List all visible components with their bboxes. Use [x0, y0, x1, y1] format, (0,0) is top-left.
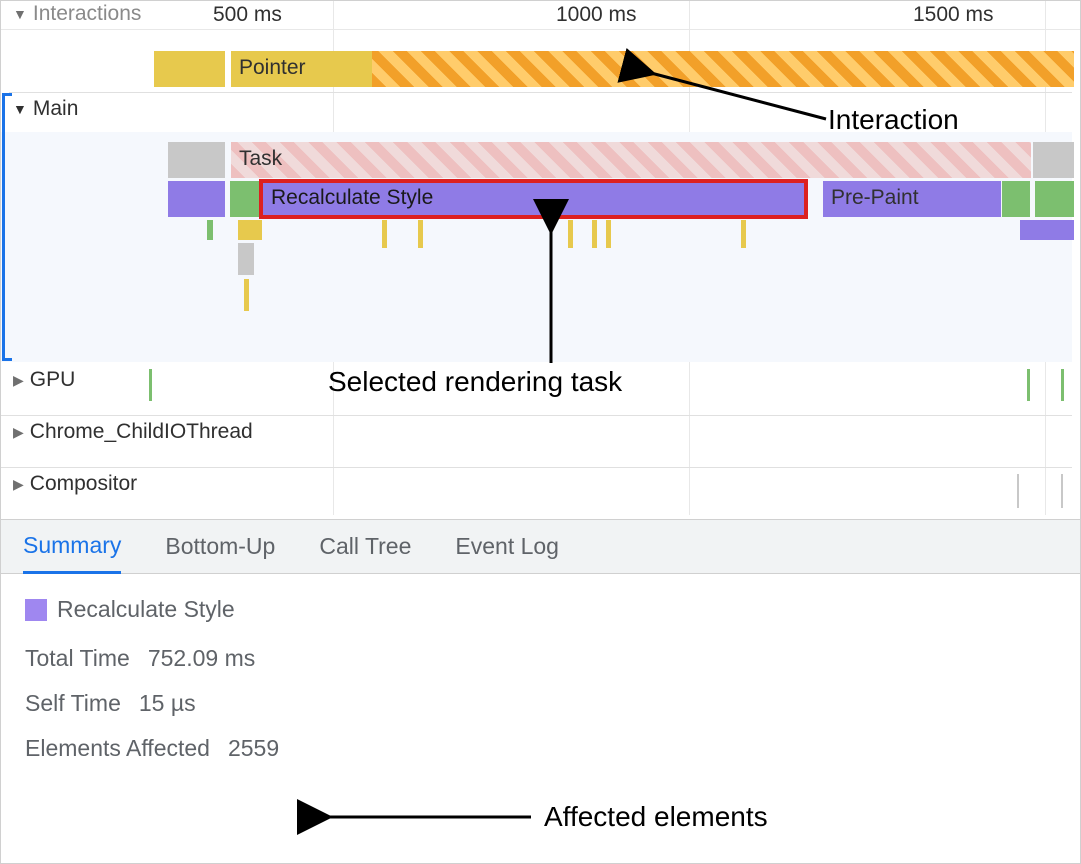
track-label-compositor: Compositor [30, 472, 137, 496]
main-bracket [2, 93, 12, 361]
interaction-block[interactable] [154, 51, 225, 87]
task-block-small[interactable] [168, 142, 225, 178]
color-swatch [25, 599, 47, 621]
track-header-compositor[interactable]: ▶ Compositor [13, 472, 137, 496]
task-label: Task [239, 147, 282, 171]
tab-summary[interactable]: Summary [23, 520, 121, 574]
track-header-childio[interactable]: ▶ Chrome_ChildIOThread [13, 420, 253, 444]
interactions-lane[interactable]: Pointer [1, 51, 1072, 87]
compositor-lane[interactable] [1, 467, 1072, 511]
tick [244, 279, 249, 311]
main-lane[interactable]: Task Recalculate Style Pre-Paint [1, 132, 1072, 362]
chevron-right-icon: ▶ [13, 424, 24, 441]
chevron-right-icon: ▶ [13, 372, 24, 389]
task-block[interactable]: Task [231, 142, 1031, 178]
task-block-tail[interactable] [1033, 142, 1074, 178]
detail-tabs: Summary Bottom-Up Call Tree Event Log [1, 519, 1080, 574]
elements-affected-value: 2559 [228, 735, 279, 762]
gpu-tick [1027, 369, 1030, 401]
track-label-main: Main [33, 97, 79, 121]
tab-call-tree[interactable]: Call Tree [319, 521, 411, 572]
track-label-gpu: GPU [30, 368, 76, 392]
chevron-down-icon: ▼ [13, 101, 27, 117]
tiny-yellow[interactable] [238, 220, 262, 240]
interaction-pointer-label: Pointer [239, 56, 306, 80]
tiny-block[interactable] [207, 220, 213, 240]
selection-highlight [259, 179, 808, 219]
tick [568, 220, 573, 248]
style-block-small[interactable] [168, 181, 225, 217]
comp-tick [1017, 474, 1019, 508]
arrow-icon [541, 223, 561, 368]
comp-tick [1061, 474, 1063, 508]
total-time-label: Total Time [25, 645, 130, 672]
gpu-tick [149, 369, 152, 401]
time-ruler: 500 ms 1000 ms 1500 ms [1, 1, 1080, 30]
arrow-icon [631, 69, 831, 129]
annotation-selected: Selected rendering task [328, 366, 622, 398]
tick [382, 220, 387, 248]
track-header-gpu[interactable]: ▶ GPU [13, 368, 75, 392]
tab-event-log[interactable]: Event Log [455, 521, 559, 572]
self-time-label: Self Time [25, 690, 121, 717]
tick [592, 220, 597, 248]
green-block-2[interactable] [1002, 181, 1030, 217]
prepaint-block[interactable]: Pre-Paint [823, 181, 1001, 217]
total-time-value: 752.09 ms [148, 645, 255, 672]
track-header-main[interactable]: ▼ Main [13, 97, 78, 121]
chevron-right-icon: ▶ [13, 476, 24, 493]
green-block-3[interactable] [1035, 181, 1074, 217]
tiny-purple[interactable] [1020, 220, 1074, 240]
arrow-icon [321, 807, 541, 827]
self-time-value: 15 µs [139, 690, 196, 717]
prepaint-label: Pre-Paint [831, 186, 919, 210]
ruler-tick-500: 500 ms [213, 3, 282, 27]
elements-affected-label: Elements Affected [25, 735, 210, 762]
ruler-tick-1500: 1500 ms [913, 3, 994, 27]
tab-bottom-up[interactable]: Bottom-Up [165, 521, 275, 572]
gpu-tick [1061, 369, 1064, 401]
summary-title: Recalculate Style [57, 596, 235, 623]
tiny-gray[interactable] [238, 243, 254, 275]
annotation-affected: Affected elements [544, 801, 768, 833]
track-header-interactions[interactable]: ▼ Interactions [13, 2, 141, 26]
tick [418, 220, 423, 248]
track-label-childio: Chrome_ChildIOThread [30, 420, 253, 444]
ruler-tick-1000: 1000 ms [556, 3, 637, 27]
annotation-interaction: Interaction [828, 104, 959, 136]
tick [741, 220, 746, 248]
tick [606, 220, 611, 248]
track-label-interactions: Interactions [33, 2, 142, 26]
chevron-down-icon: ▼ [13, 6, 27, 22]
interaction-pointer[interactable]: Pointer [231, 51, 372, 87]
